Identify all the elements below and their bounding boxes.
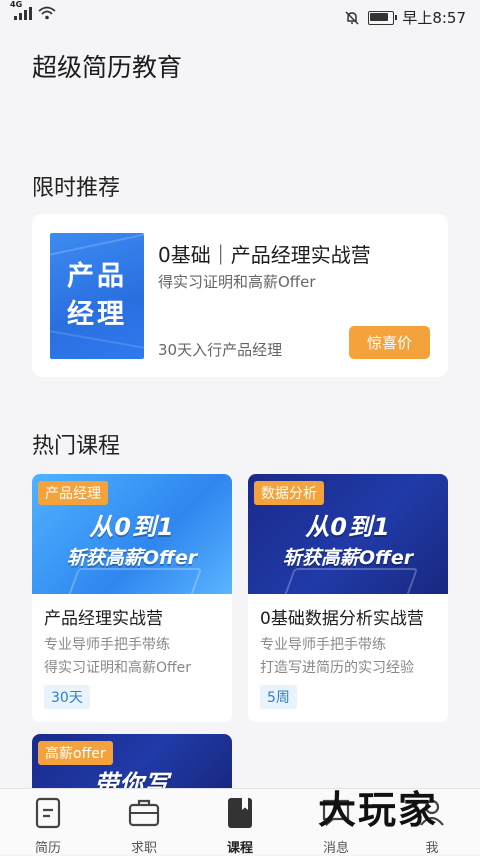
course-name: 0基础数据分析实战营 [260,609,424,629]
app-title: 超级简历教育 [32,53,183,82]
watermark: 大玩家 [318,788,439,832]
book-icon [228,798,252,828]
battery-icon [368,10,398,25]
tab-label: 求职 [130,841,157,856]
promo-thumb-line2: 经理 [67,299,127,330]
status-bar: 4G 早上8:57 [0,0,480,32]
tab-label: 我 [425,841,439,856]
banner-headline: 从0到1 [305,513,391,541]
hot-section-title: 热门课程 [32,434,121,459]
course-card-product[interactable]: 产品经理 从0到1 斩获高薪Offer 产品经理实战营 专业导师手把手带练 得实… [32,474,232,722]
banner-headline: 带你写 [94,770,170,788]
course-category-tag: 产品经理 [38,481,108,505]
course-card-data-analysis[interactable]: 数据分析 从0到1 斩获高薪Offer 0基础数据分析实战营 专业导师手把手带练… [248,474,448,722]
course-name: 产品经理实战营 [44,609,163,629]
course-category-tag: 数据分析 [254,481,324,505]
promo-thumbnail: 产品 经理 [50,233,144,359]
course-banner: 产品经理 从0到1 斩获高薪Offer [32,474,232,594]
promo-section-title: 限时推荐 [32,176,121,201]
promo-thumb-line1: 产品 [67,261,127,292]
course-banner: 数据分析 从0到1 斩获高薪Offer [248,474,448,594]
tab-resume[interactable]: 简历 [0,789,96,856]
tab-courses[interactable]: 课程 [192,789,288,856]
promo-title: 0基础｜产品经理实战营 [158,243,371,267]
briefcase-icon [128,799,160,827]
course-desc-line1: 专业导师手把手带练 [260,637,386,653]
course-desc-line2: 得实习证明和高薪Offer [44,660,192,676]
course-category-tag: 高薪offer [38,741,113,765]
promo-card[interactable]: 产品 经理 0基础｜产品经理实战营 得实习证明和高薪Offer 30天入行产品经… [32,214,448,377]
mute-bell-icon [345,10,359,25]
course-duration-badge: 5周 [260,685,297,709]
course-desc-line2: 打造写进简历的实习经验 [260,660,414,676]
wifi-icon [38,6,56,20]
network-type: 4G [10,0,23,9]
tab-label: 消息 [322,841,349,856]
signal-icon: 4G [10,0,32,20]
course-desc-line1: 专业导师手把手带练 [44,637,170,653]
banner-subheadline: 斩获高薪Offer [282,547,414,569]
banner-subheadline: 斩获高薪Offer [66,547,198,569]
course-banner: 高薪offer 带你写 [32,734,232,788]
promo-subtitle: 得实习证明和高薪Offer [158,273,316,291]
promo-footer: 30天入行产品经理 [158,341,283,359]
resume-icon [35,797,61,829]
tab-label: 简历 [34,841,61,856]
banner-headline: 从0到1 [89,513,175,541]
tab-label: 课程 [226,841,253,856]
course-card-offer[interactable]: 高薪offer 带你写 [32,734,232,788]
course-duration-badge: 30天 [44,685,90,709]
tab-jobs[interactable]: 求职 [96,789,192,856]
promo-price-button[interactable]: 惊喜价 [349,326,430,359]
clock: 早上8:57 [402,9,466,27]
